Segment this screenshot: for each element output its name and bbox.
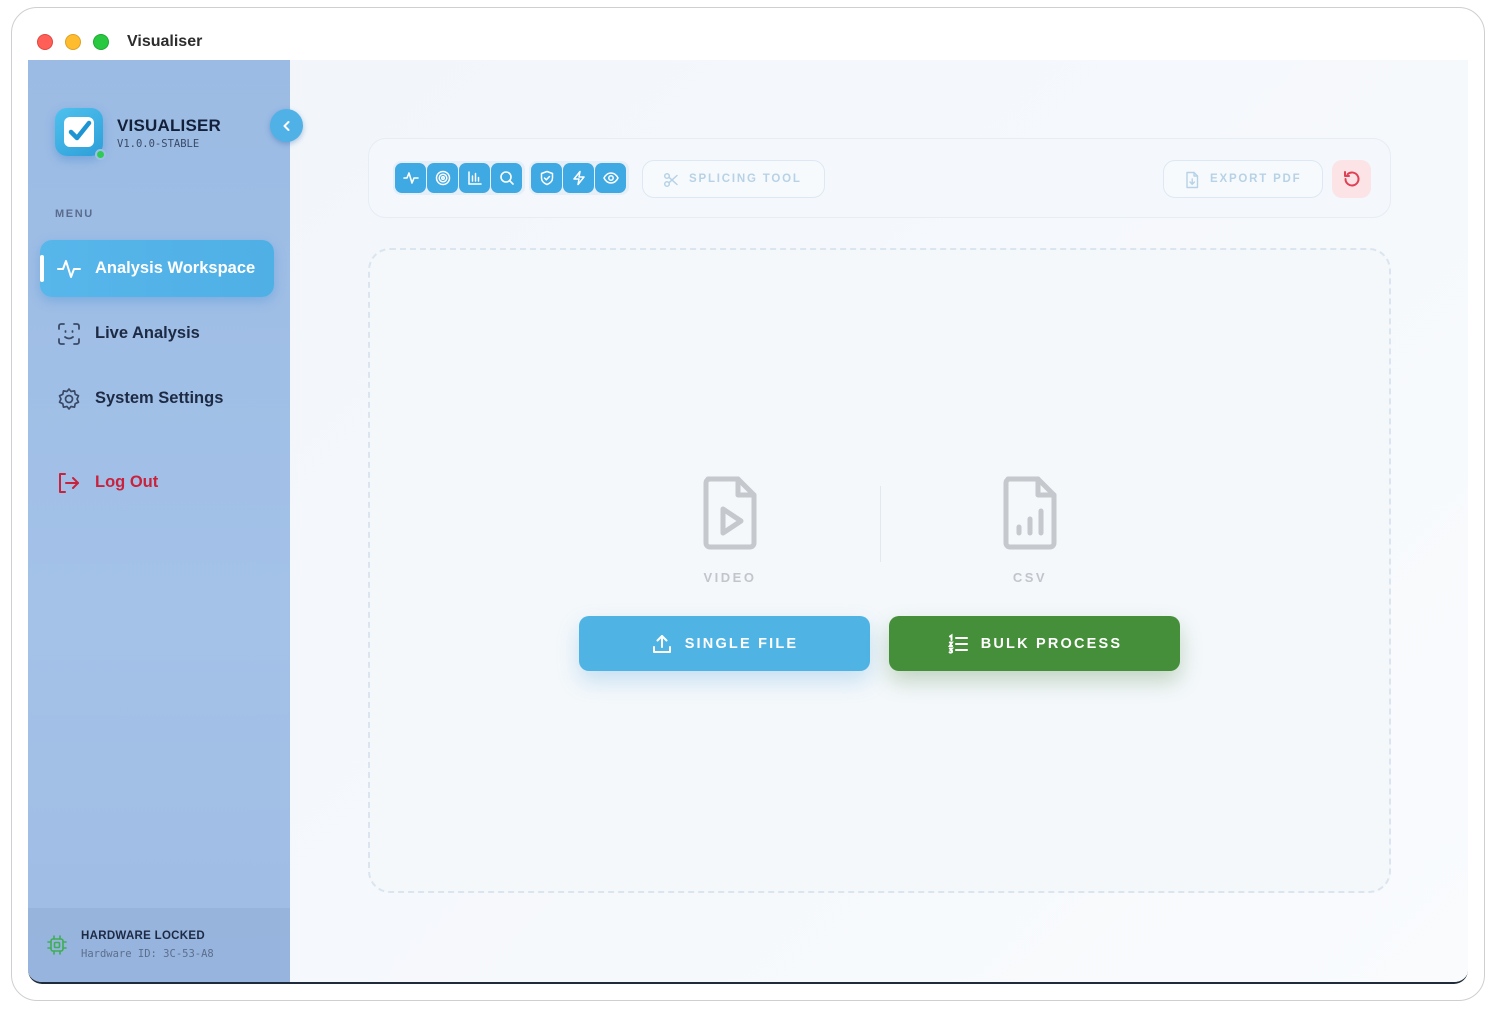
hardware-status-title: HARDWARE LOCKED: [81, 930, 205, 942]
sidebar-item-label: System Settings: [95, 389, 224, 407]
online-status-dot: [95, 149, 106, 160]
logout-button[interactable]: Log Out: [40, 454, 274, 511]
sidebar-item-label: Analysis Workspace: [95, 259, 256, 277]
scissors-icon: [663, 172, 678, 188]
reset-button[interactable]: [1332, 160, 1371, 198]
upload-icon: [652, 634, 671, 653]
shield-check-icon: [540, 170, 553, 186]
menu-section-label: MENU: [55, 208, 94, 220]
chip-icon: [47, 935, 67, 955]
minimize-window-button[interactable]: [65, 34, 81, 50]
brand-name: VISUALISER: [117, 116, 222, 135]
eye-icon: [602, 172, 619, 184]
app-logo: [55, 108, 103, 156]
video-type-label: VIDEO: [703, 570, 757, 585]
logout-icon: [59, 473, 79, 493]
single-file-label: SINGLE FILE: [684, 635, 799, 652]
single-file-button[interactable]: SINGLE FILE: [579, 616, 870, 671]
sidebar-item-live-analysis[interactable]: Live Analysis: [40, 305, 274, 362]
security-tools-group: [529, 161, 629, 195]
chart-tool-button[interactable]: [459, 163, 490, 193]
sidebar: VISUALISER V1.0.0-STABLE MENU Analysis W…: [28, 60, 290, 982]
csv-type-label: CSV: [1012, 570, 1048, 585]
file-chart-icon: [1003, 476, 1057, 550]
toolbar: SPLICING TOOL EXPORT PDF: [368, 138, 1391, 218]
active-indicator: [40, 255, 44, 282]
zoom-window-button[interactable]: [93, 34, 109, 50]
main-workspace: SPLICING TOOL EXPORT PDF VIDEO CSV SINGL…: [290, 60, 1468, 982]
sidebar-item-system-settings[interactable]: System Settings: [40, 370, 274, 427]
search-tool-button[interactable]: [491, 163, 522, 193]
activity-icon: [57, 260, 81, 278]
export-pdf-label: EXPORT PDF: [1210, 173, 1302, 185]
target-tool-button[interactable]: [427, 163, 458, 193]
collapse-sidebar-button[interactable]: [270, 109, 303, 142]
title-bar: Visualiser: [12, 8, 1484, 60]
type-divider: [880, 486, 881, 562]
video-type-option: VIDEO: [670, 475, 790, 585]
analysis-tools-group: [393, 161, 525, 195]
chevron-left-icon: [283, 120, 289, 131]
csv-type-option: CSV: [970, 475, 1090, 585]
gear-icon: [58, 388, 80, 410]
hardware-status: HARDWARE LOCKED Hardware ID: 3C-53-A8: [28, 908, 290, 982]
eye-tool-button[interactable]: [595, 163, 626, 193]
list-ordered-icon: [947, 633, 968, 654]
file-download-icon: [1186, 171, 1199, 189]
app-window: Visualiser VISUALISER V1.0.0-STABLE MENU: [11, 7, 1485, 1001]
splicing-tool-label: SPLICING TOOL: [689, 173, 802, 185]
activity-tool-button[interactable]: [395, 163, 426, 193]
logout-label: Log Out: [95, 473, 159, 491]
zap-icon: [572, 170, 585, 186]
window-title: Visualiser: [127, 33, 203, 50]
zap-tool-button[interactable]: [563, 163, 594, 193]
splicing-tool-button[interactable]: SPLICING TOOL: [642, 160, 825, 198]
sidebar-item-analysis-workspace[interactable]: Analysis Workspace: [40, 240, 274, 297]
file-video-icon: [703, 476, 757, 550]
file-dropzone[interactable]: VIDEO CSV SINGLE FILE BULK PROCESS: [368, 248, 1391, 893]
bulk-process-button[interactable]: BULK PROCESS: [889, 616, 1180, 671]
close-window-button[interactable]: [37, 34, 53, 50]
app-content: VISUALISER V1.0.0-STABLE MENU Analysis W…: [28, 60, 1468, 984]
check-icon: [68, 120, 92, 141]
sidebar-item-label: Live Analysis: [95, 324, 200, 342]
export-pdf-button[interactable]: EXPORT PDF: [1163, 160, 1323, 198]
shield-tool-button[interactable]: [531, 163, 562, 193]
bar-chart-icon: [467, 171, 482, 185]
activity-icon: [402, 172, 419, 184]
brand-version: V1.0.0-STABLE: [117, 138, 200, 150]
bulk-process-label: BULK PROCESS: [980, 635, 1123, 652]
hardware-id: Hardware ID: 3C-53-A8: [81, 948, 214, 960]
face-scan-icon: [58, 323, 80, 345]
rotate-ccw-icon: [1343, 171, 1359, 187]
search-icon: [499, 171, 514, 185]
target-icon: [435, 170, 450, 186]
